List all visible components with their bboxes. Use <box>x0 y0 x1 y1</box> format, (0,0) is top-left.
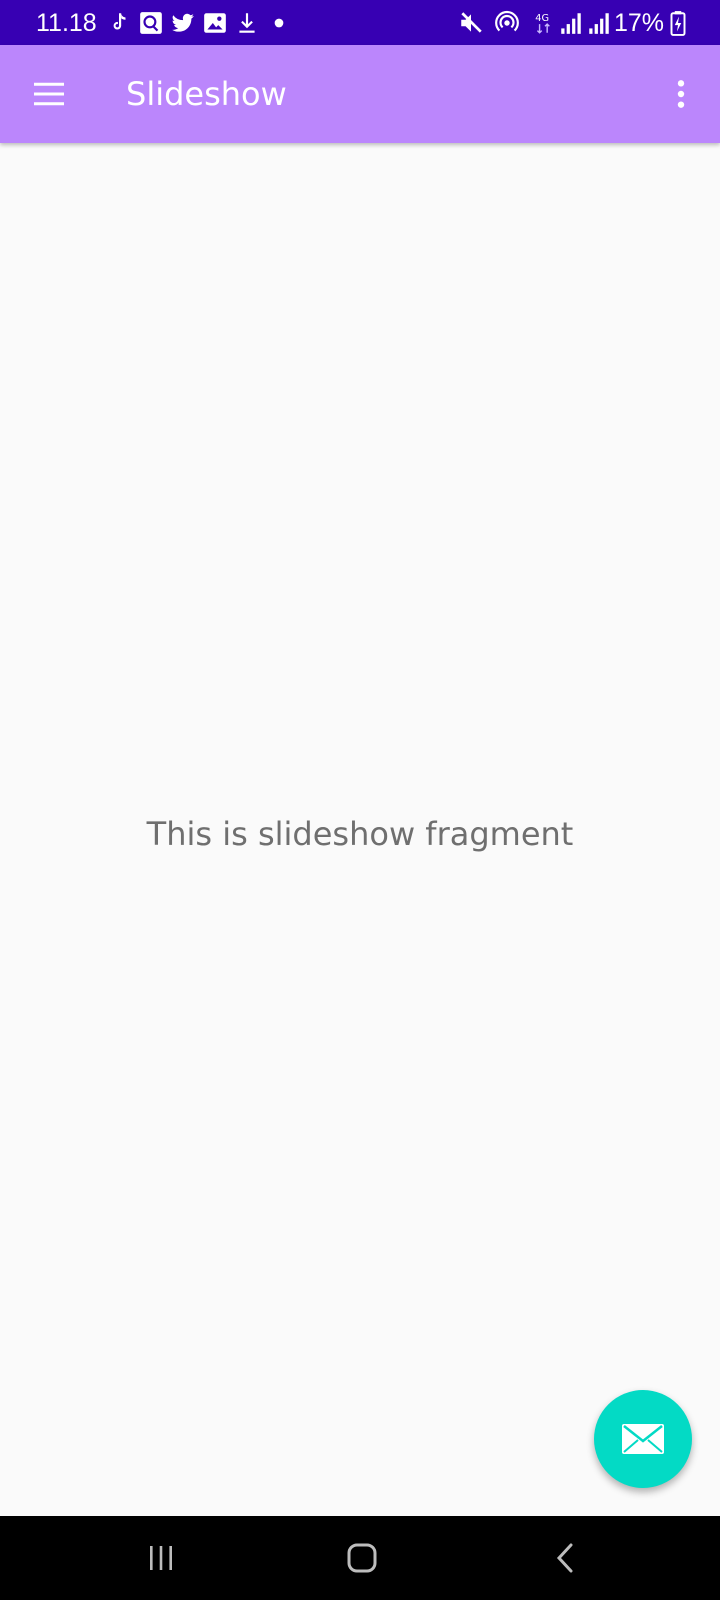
battery-charging-icon <box>670 11 686 36</box>
tiktok-icon <box>113 13 126 30</box>
hotspot-icon <box>495 11 519 32</box>
download-icon <box>239 13 255 33</box>
email-icon <box>622 1424 664 1454</box>
4g-icon: 4G <box>535 13 550 34</box>
twitter-icon <box>172 13 194 32</box>
home-button[interactable] <box>327 1528 397 1588</box>
signal-icon <box>589 13 609 34</box>
svg-text:4G: 4G <box>535 13 549 24</box>
dot-icon <box>274 18 284 28</box>
more-vert-icon <box>677 80 685 108</box>
status-bar: 11.18 4G 17% <box>0 0 720 45</box>
recents-icon <box>150 1546 172 1570</box>
status-time: 11.18 <box>36 9 97 37</box>
slideshow-fragment-text: This is slideshow fragment <box>146 815 574 853</box>
recents-button[interactable] <box>126 1528 196 1588</box>
messenger-icon <box>140 12 162 34</box>
overflow-menu-button[interactable] <box>656 65 706 123</box>
hamburger-menu-icon <box>34 82 64 106</box>
menu-button[interactable] <box>20 65 78 123</box>
signal-icon <box>561 13 581 34</box>
navigation-bar <box>0 1516 720 1600</box>
back-icon <box>556 1543 573 1573</box>
battery-percentage: 17% <box>614 9 665 37</box>
gallery-icon <box>204 13 226 33</box>
app-bar: Slideshow <box>0 45 720 143</box>
email-fab[interactable] <box>594 1390 692 1488</box>
app-title: Slideshow <box>126 75 287 113</box>
back-button[interactable] <box>530 1528 600 1588</box>
mute-icon <box>461 12 482 33</box>
home-icon <box>347 1543 377 1573</box>
